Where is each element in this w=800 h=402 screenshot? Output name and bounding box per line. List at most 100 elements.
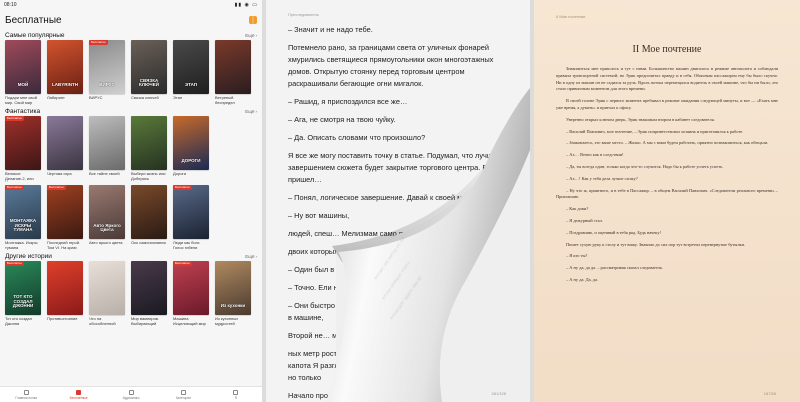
section-more-link[interactable]: Ещё › <box>245 109 257 114</box>
page-title: Бесплатные <box>5 14 62 26</box>
book-card[interactable]: Бесплатно Люди как боги. Голос гибели <box>173 185 209 251</box>
nav-item-2[interactable]: Аудиокниги <box>105 387 157 402</box>
page-number: 281/128 <box>491 391 506 396</box>
book-cover[interactable] <box>131 185 167 239</box>
reader-page-curl[interactable]: Преследователь – Значит и не надо тебе. П… <box>266 0 530 402</box>
gift-icon[interactable] <box>249 16 257 24</box>
book-cover[interactable]: Бесплатно <box>173 185 209 239</box>
cover-title: ЭТАП <box>184 82 198 88</box>
nav-label: Аудиокниги <box>122 395 140 400</box>
paragraph: – Ах… Вечно как в следствии! <box>566 152 624 158</box>
book-cover[interactable] <box>47 116 83 170</box>
book-cover[interactable]: ЭТАП <box>173 40 209 94</box>
book-card[interactable]: ЭТАП Этап <box>173 40 209 106</box>
book-card[interactable]: Бесплатно Последний герой. Том VI. На кра… <box>47 185 83 251</box>
book-title: Противостояние <box>47 317 78 321</box>
book-title: Монтажка. Искры тумана <box>5 241 38 250</box>
book-card[interactable]: Бесплатно ВИРУС ВИРУС <box>89 40 125 106</box>
book-cover[interactable]: ДОРОГИ <box>173 116 209 170</box>
book-cover[interactable]: Бесплатно <box>5 116 41 170</box>
book-cover[interactable] <box>89 261 125 315</box>
book-card[interactable]: Противостояние <box>47 261 83 327</box>
free-badge: Бесплатно <box>47 185 66 190</box>
book-title: Что на обособленной лестнице <box>89 317 116 327</box>
book-title: Выбери жизнь или Доберись <box>131 172 166 181</box>
book-cover[interactable] <box>215 40 251 94</box>
book-card[interactable]: Бесплатно Машина Исцеляющий мир <box>173 261 209 327</box>
cover-title: МОНТАЖКА ИСКРЫ ТУМАНА <box>9 217 37 233</box>
book-cover[interactable] <box>89 116 125 170</box>
paragraph: – Ах…! Как у тебя дела лучше схожу? <box>566 175 638 181</box>
book-title: Все тайне своей <box>89 172 120 176</box>
cover-title: СВЯЗКА КЛЮЧЕЙ <box>139 77 159 88</box>
book-card[interactable]: Бесплатно ТОТ КТО СОЗДАЛ ДЖОННИ Тот кто со… <box>5 261 41 327</box>
book-cover[interactable]: СВЯЗКА КЛЮЧЕЙ <box>131 40 167 94</box>
nav-item-3[interactable]: Категории <box>157 387 209 402</box>
book-title: Подари мне свой мир. Свой мир <box>5 96 37 105</box>
book-row: МОЙ Подари мне свой мир. Свой мир LABYRINT… <box>0 40 262 106</box>
free-icon <box>76 389 82 395</box>
book-title: Око самопознания <box>131 241 166 245</box>
book-cover[interactable]: LABYRINTH <box>47 40 83 94</box>
nav-item-0[interactable]: Главная полка <box>0 387 52 402</box>
book-card[interactable]: Авто Яркого Цвета Авто яркого цвета <box>89 185 125 251</box>
book-cover[interactable] <box>47 261 83 315</box>
book-title: Люди как боги. Голос гибели <box>173 241 201 250</box>
book-cover[interactable]: Бесплатно МОНТАЖКА ИСКРЫ ТУМАНА <box>5 185 41 239</box>
nav-label: Я <box>234 395 237 400</box>
book-cover[interactable]: Бесплатно ВИРУС <box>89 40 125 94</box>
paragraph: – Я кто ты? <box>566 253 588 259</box>
paragraph: Знакомиться мне пришлось и тут с ними. Б… <box>556 66 778 92</box>
book-card[interactable]: Мир вампиров. Выбирающий <box>131 261 167 327</box>
book-card[interactable]: Ветреный беспредел <box>215 40 251 106</box>
page-curl-effect[interactable]: ентакс им нетлу от ол атсон огонрег изат… <box>266 0 530 402</box>
profile-icon <box>233 389 239 395</box>
paragraph: – Я дежурный стал. <box>566 217 603 223</box>
section-more-label: Ещё <box>245 32 255 38</box>
book-card[interactable]: Все тайне своей <box>89 116 125 182</box>
nav-label: Бесплатные <box>69 395 88 400</box>
book-card[interactable]: Выбери жизнь или Доберись <box>131 116 167 182</box>
section-more-link[interactable]: Ещё › <box>245 254 257 259</box>
book-card[interactable]: Из кухонки Из кухонных мудростей <box>215 261 251 327</box>
status-icons: ▮▮ ◉ ▭ <box>234 2 258 8</box>
paragraph: – Как дома? <box>566 206 589 212</box>
section-header: Самые популярные Ещё › <box>0 30 262 40</box>
paragraph: – Да, ты всегда один, только когда что-т… <box>566 163 724 169</box>
book-cover[interactable] <box>131 261 167 315</box>
book-card[interactable]: СВЯЗКА КЛЮЧЕЙ Связка ключей <box>131 40 167 106</box>
book-cover[interactable]: Бесплатно ТОТ КТО СОЗДАЛ ДЖОННИ <box>5 261 41 315</box>
book-cover[interactable]: Бесплатно <box>173 261 209 315</box>
book-title: Этап <box>173 96 183 100</box>
book-card[interactable]: Око самопознания <box>131 185 167 251</box>
reader-page-warm[interactable]: II Мое почтение II Мое почтение Знакомит… <box>534 0 800 402</box>
cover-title: LABYRINTH <box>52 82 78 88</box>
section-more-label: Ещё <box>245 108 255 114</box>
nav-item-4[interactable]: Я <box>210 387 262 402</box>
book-card[interactable]: Бесплатно МОНТАЖКА ИСКРЫ ТУМАНА Монтажка. … <box>5 185 41 251</box>
book-card[interactable]: Что на обособленной лестнице <box>89 261 125 327</box>
nav-item-1[interactable]: Бесплатные <box>52 387 104 402</box>
paragraph: – Василий Павлович, мое почтение, – Эрик… <box>566 128 744 134</box>
book-card[interactable]: Бесплатно Великое Делание-2, или Утро <box>5 116 41 182</box>
book-cover[interactable]: Авто Яркого Цвета <box>89 185 125 239</box>
book-title: ВИРУС <box>89 96 103 100</box>
book-cover[interactable]: Бесплатно <box>47 185 83 239</box>
cover-title: ДОРОГИ <box>181 158 201 164</box>
library-sections: Самые популярные Ещё › МОЙ Подари мне свой м… <box>0 30 262 327</box>
cover-title: ТОТ КТО СОЗДАЛ ДЖОННИ <box>12 293 34 309</box>
book-cover[interactable] <box>131 116 167 170</box>
book-cover[interactable]: МОЙ <box>5 40 41 94</box>
book-card[interactable]: Чертова игра <box>47 116 83 182</box>
reader-header: II Мое почтение <box>556 14 586 19</box>
section-more-link[interactable]: Ещё › <box>245 33 257 38</box>
book-card[interactable]: МОЙ Подари мне свой мир. Свой мир <box>5 40 41 106</box>
book-card[interactable]: LABYRINTH Лабиринт <box>47 40 83 106</box>
book-card[interactable]: ДОРОГИ Дороги <box>173 116 209 182</box>
book-row: Бесплатно Великое Делание-2, или Утро Черт… <box>0 116 262 182</box>
screenshot-composite: 08:10 ▮▮ ◉ ▭ Бесплатные Самые популярные… <box>0 0 800 402</box>
book-cover[interactable]: Из кухонки <box>215 261 251 315</box>
paragraph: – А ну да. Да, да. <box>566 276 599 282</box>
library-header: Бесплатные <box>0 10 262 30</box>
chevron-right-icon: › <box>255 253 258 259</box>
